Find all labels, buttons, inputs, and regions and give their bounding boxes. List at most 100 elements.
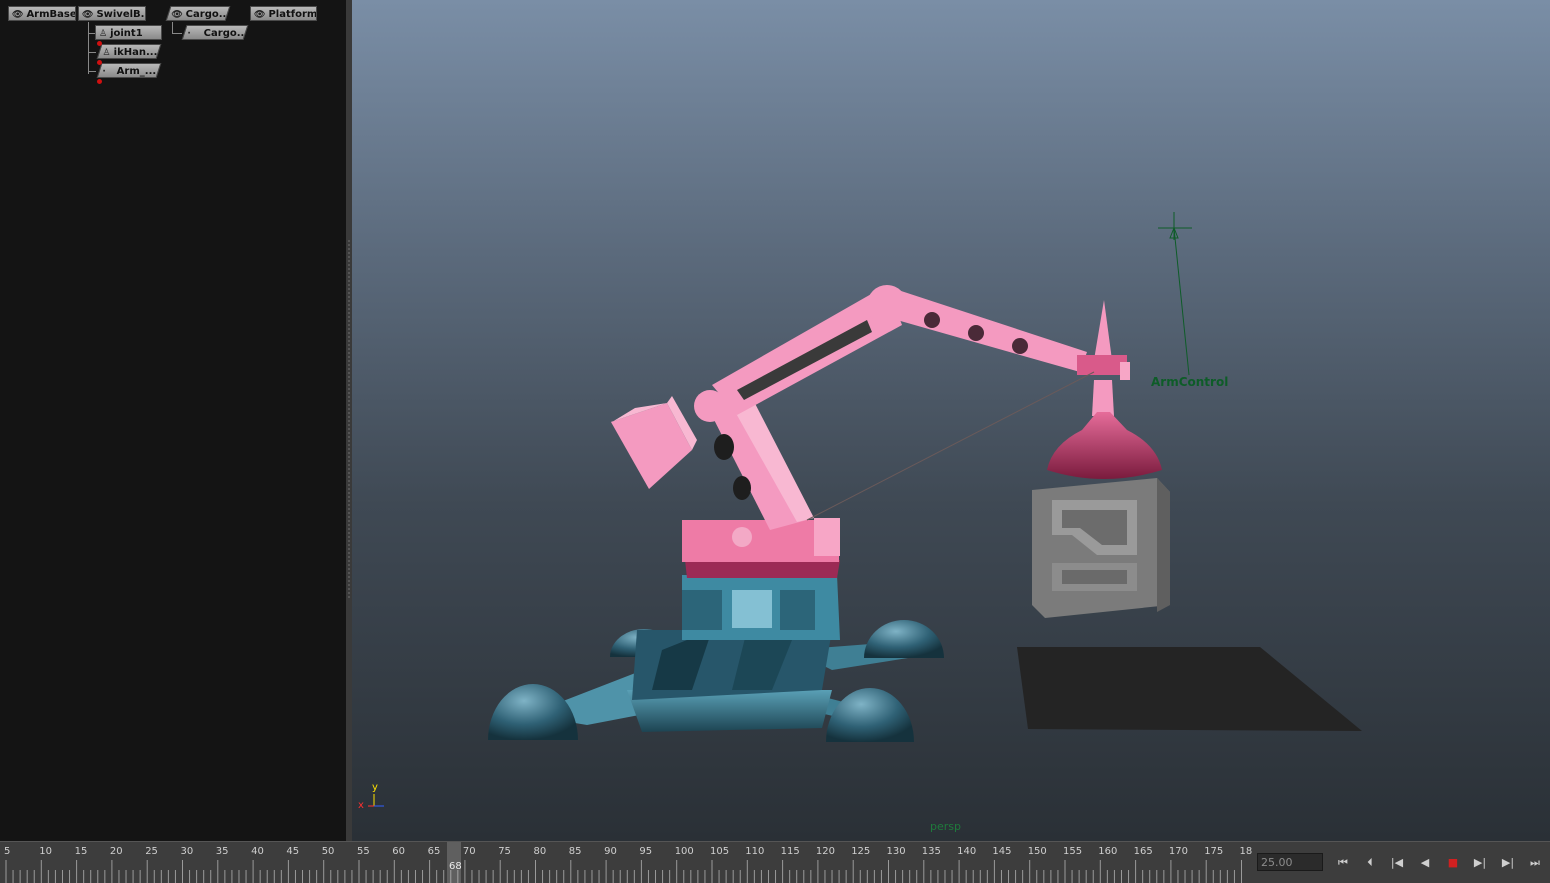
play-backward-button[interactable]: ◀ — [1416, 855, 1434, 871]
swivel-top — [814, 518, 840, 556]
frame-label: 65 — [427, 846, 441, 857]
hypergraph-panel[interactable]: 👁ArmBase 👁SwivelB... 👁Cargo... 👁Platform… — [0, 0, 347, 841]
current-frame-label: 68 — [449, 861, 462, 872]
swivel-column — [732, 590, 772, 628]
frame-label: 105 — [710, 846, 730, 857]
node-ikhandle[interactable]: ♙ ikHan... — [96, 44, 162, 59]
wrist-block — [1120, 362, 1130, 380]
wrist-fin — [1094, 300, 1112, 360]
eye-icon: 👁 — [12, 10, 24, 20]
hierarchy-wire — [88, 52, 96, 53]
frame-label: 90 — [604, 846, 617, 857]
hierarchy-wire — [88, 71, 96, 72]
node-armcontrol[interactable]: · Arm_... — [96, 63, 162, 78]
frame-label: 20 — [109, 846, 123, 857]
wrist-fin — [1092, 380, 1114, 416]
arm-hole — [714, 434, 734, 460]
node-platform[interactable]: 👁 Platform — [250, 6, 317, 21]
armcontrol-label[interactable]: ArmControl — [1151, 375, 1228, 389]
hierarchy-wire — [172, 33, 182, 34]
frame-label: 45 — [286, 846, 300, 857]
frame-label: 95 — [639, 846, 653, 857]
frame-label: 110 — [745, 846, 765, 857]
frame-label: 35 — [215, 846, 229, 857]
cargo-shadow — [1017, 647, 1362, 731]
forearm-hole — [1012, 338, 1028, 354]
frame-label: 60 — [392, 846, 406, 857]
frame-label: 165 — [1133, 846, 1153, 857]
arm-hole — [733, 476, 751, 500]
frame-label: 50 — [321, 846, 335, 857]
base-dome — [488, 684, 578, 740]
frame-label: 135 — [921, 846, 941, 857]
frame-label: 140 — [957, 846, 977, 857]
camera-label: persp — [930, 820, 961, 833]
frame-label: 130 — [886, 846, 906, 857]
frame-label: 30 — [180, 846, 194, 857]
swivel-column — [780, 590, 815, 630]
play-forward-button[interactable]: ▶| — [1471, 855, 1489, 871]
forearm-hole — [924, 312, 940, 328]
frame-label: 40 — [251, 846, 264, 857]
axis-x-label: x — [358, 800, 364, 811]
hierarchy-wire — [88, 22, 89, 74]
node-swivelbase[interactable]: 👁SwivelB... — [78, 6, 146, 21]
node-joint1[interactable]: ♙ joint1 — [95, 25, 162, 40]
node-cargo-child[interactable]: · Cargo... — [181, 25, 249, 40]
frame-label: 10 — [39, 846, 53, 857]
go-to-end-button[interactable]: ⏭ — [1526, 855, 1544, 871]
frame-label: 145 — [992, 846, 1012, 857]
stop-button[interactable]: ■ — [1444, 855, 1462, 871]
view-axis-gizmo: y x — [358, 782, 388, 816]
frame-label: 80 — [533, 846, 547, 857]
perspective-viewport[interactable]: ArmControl y x persp — [352, 0, 1550, 841]
connection-dot — [97, 60, 102, 65]
node-cargo[interactable]: 👁 Cargo... — [165, 6, 231, 21]
frame-label: 175 — [1204, 846, 1224, 857]
frame-label: 120 — [815, 846, 835, 857]
base-dome — [864, 620, 944, 658]
go-to-start-button[interactable]: ⏮ — [1334, 855, 1352, 871]
step-back-key-button[interactable]: ⏴ — [1361, 855, 1379, 871]
frame-label: 5 — [4, 846, 11, 857]
frame-label: 15 — [74, 846, 88, 857]
node-armbase[interactable]: 👁 ArmBase — [8, 6, 76, 21]
eye-icon: 👁 — [254, 10, 266, 20]
transform-icon: · — [102, 67, 106, 77]
frame-label: 155 — [1063, 846, 1083, 857]
scene-render — [488, 212, 1362, 742]
connection-dot — [97, 41, 102, 46]
frame-label: 55 — [357, 846, 370, 857]
forearm-hole — [968, 325, 984, 341]
frame-label: 160 — [1098, 846, 1118, 857]
cargo-crate — [1157, 478, 1170, 612]
joint-icon: ♙ — [99, 29, 108, 39]
frame-label: 125 — [851, 846, 871, 857]
axis-y-label: y — [372, 782, 378, 793]
playback-controls: ⏮ ⏴ |◀ ◀ ■ ▶| ▶| ⏭ — [1254, 841, 1550, 883]
swivel-column — [682, 590, 722, 630]
frame-label: 70 — [462, 846, 476, 857]
frame-label: 25 — [145, 846, 158, 857]
frame-label: 85 — [568, 846, 582, 857]
swivel-disk — [685, 560, 840, 578]
frame-label: 170 — [1168, 846, 1188, 857]
eye-icon: 👁 — [171, 10, 183, 20]
transform-icon: · — [187, 29, 191, 39]
frame-label: 75 — [498, 846, 511, 857]
forearm — [892, 288, 1087, 372]
frame-label: 115 — [780, 846, 800, 857]
cargo-crate-panel — [1062, 570, 1127, 584]
step-back-frame-button[interactable]: |◀ — [1388, 855, 1406, 871]
gripper-bell — [1047, 412, 1162, 479]
eye-icon: 👁 — [82, 10, 94, 20]
frame-label: 150 — [1027, 846, 1047, 857]
time-slider[interactable]: 5 10 15 20 25 30 35 40 45 50 55 60 65 70 75 80 85 90 95 100… — [0, 841, 1254, 883]
wrist-block — [1077, 355, 1127, 375]
step-forward-key-button[interactable]: ▶| — [1499, 855, 1517, 871]
connection-dot — [97, 79, 102, 84]
current-frame-input[interactable] — [1257, 853, 1323, 871]
ik-handle-icon: ♙ — [102, 48, 111, 58]
frame-label: 100 — [674, 846, 694, 857]
frame-label: 18 — [1239, 846, 1253, 857]
